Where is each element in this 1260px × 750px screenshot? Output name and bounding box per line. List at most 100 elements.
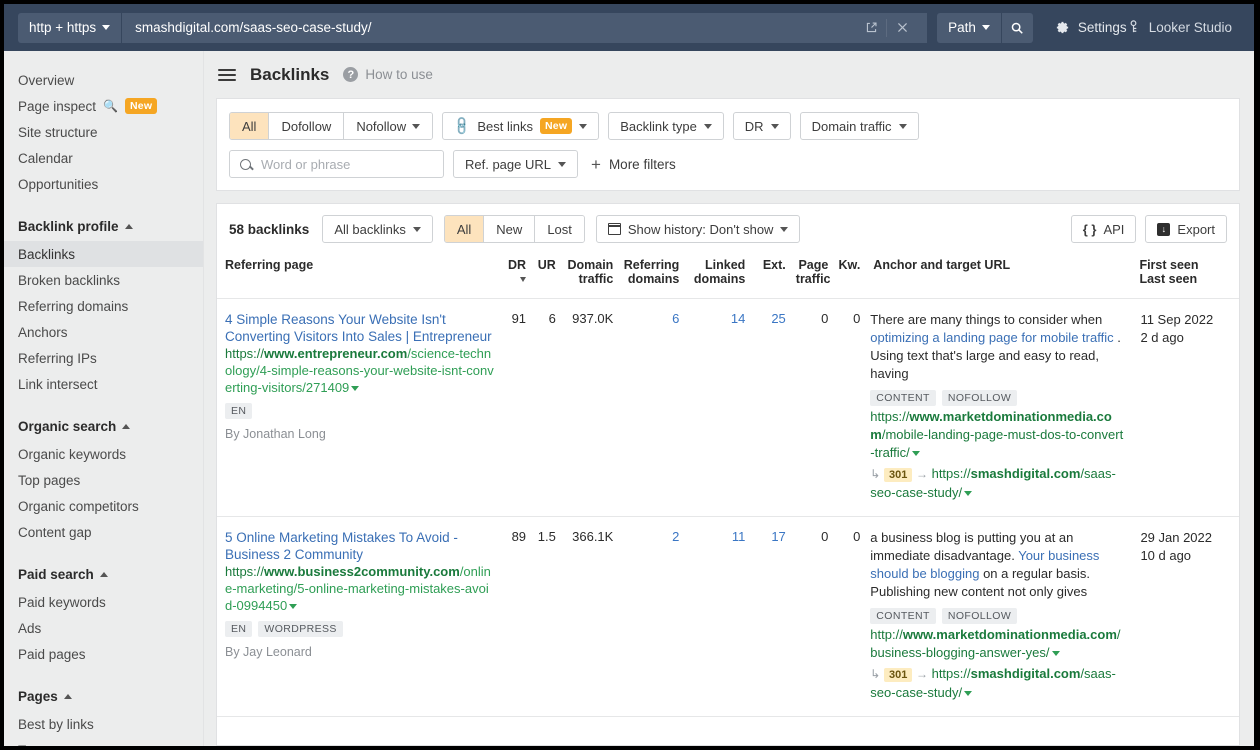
show-history-selector[interactable]: Show history: Don't show xyxy=(596,215,801,243)
last-seen-date: 2 d ago xyxy=(1136,329,1234,347)
sidebar-item-overview[interactable]: Overview xyxy=(4,67,203,93)
path-mode-selector[interactable]: Path xyxy=(937,13,1001,43)
protocol-selector[interactable]: http + https xyxy=(18,13,121,43)
sidebar-item-anchors[interactable]: Anchors xyxy=(4,319,203,345)
anchor-text-link[interactable]: optimizing a landing page for mobile tra… xyxy=(870,330,1113,345)
top-bar: http + https smashdigital.com/saas-seo-c… xyxy=(4,4,1254,51)
close-icon[interactable] xyxy=(887,13,917,43)
dr-filter[interactable]: DR xyxy=(733,112,791,140)
domain-traffic-filter[interactable]: Domain traffic xyxy=(800,112,919,140)
sidebar-item-opportunities[interactable]: Opportunities xyxy=(4,171,203,197)
sidebar-group-paid-search[interactable]: Paid search xyxy=(4,559,203,589)
cell-linked-domains[interactable]: 11 xyxy=(684,517,750,717)
anchor-text: There are many things to consider when o… xyxy=(870,311,1126,383)
cell-ext[interactable]: 25 xyxy=(750,299,790,517)
hamburger-icon[interactable] xyxy=(218,69,236,81)
state-filter-all[interactable]: All xyxy=(445,216,484,242)
search-input[interactable] xyxy=(259,156,433,173)
anchor-tags: CONTENTNOFOLLOW xyxy=(870,608,1126,624)
question-circle-icon: ? xyxy=(343,67,358,82)
column-header-dr[interactable]: DR xyxy=(499,254,531,299)
sidebar-item-site-structure[interactable]: Site structure xyxy=(4,119,203,145)
column-header-ext[interactable]: Ext. xyxy=(750,254,790,299)
best-links-filter[interactable]: 🔗 Best links New xyxy=(442,112,599,140)
follow-filter-all[interactable]: All xyxy=(230,113,269,139)
column-header-domain-traffic[interactable]: Domain traffic xyxy=(561,254,618,299)
filters-panel: AllDofollowNofollow 🔗 Best links New Bac… xyxy=(216,98,1240,191)
all-backlinks-selector[interactable]: All backlinks xyxy=(322,215,433,243)
more-filters-button[interactable]: + More filters xyxy=(591,156,676,173)
cell-linked-domains[interactable]: 14 xyxy=(684,299,750,517)
sidebar-item-broken-backlinks[interactable]: Broken backlinks xyxy=(4,267,203,293)
sidebar-item-referring-ips[interactable]: Referring IPs xyxy=(4,345,203,371)
target-url[interactable]: https://www.marketdominationmedia.com/mo… xyxy=(870,408,1126,462)
sidebar-item-content-gap[interactable]: Content gap xyxy=(4,519,203,545)
sidebar-item-top-content[interactable]: Top content xyxy=(4,737,203,746)
column-header-kw[interactable]: Kw. xyxy=(833,254,865,299)
sidebar-group-organic-search[interactable]: Organic search xyxy=(4,411,203,441)
chevron-down-icon[interactable] xyxy=(912,451,920,456)
sidebar-item-label: Organic keywords xyxy=(18,447,126,462)
referring-page-url[interactable]: https://www.entrepreneur.com/science-tec… xyxy=(225,345,494,396)
sidebar-item-referring-domains[interactable]: Referring domains xyxy=(4,293,203,319)
sidebar-item-ads[interactable]: Ads xyxy=(4,615,203,641)
tag: WORDPRESS xyxy=(258,621,342,637)
sidebar-item-link-intersect[interactable]: Link intersect xyxy=(4,371,203,397)
ref-page-url-filter[interactable]: Ref. page URL xyxy=(453,150,578,178)
chevron-down-icon[interactable] xyxy=(289,604,297,609)
column-header-anchor-target[interactable]: Anchor and target URL xyxy=(865,254,1131,299)
chevron-down-icon[interactable] xyxy=(1052,651,1060,656)
settings-button[interactable]: Settings xyxy=(1055,20,1127,35)
sidebar-group-pages[interactable]: Pages xyxy=(4,681,203,711)
chevron-down-icon[interactable] xyxy=(964,691,972,696)
chevron-down-icon[interactable] xyxy=(351,386,359,391)
keyword-search-box[interactable] xyxy=(229,150,444,178)
follow-filter-nofollow[interactable]: Nofollow xyxy=(344,113,432,139)
column-header-referring-page[interactable]: Referring page xyxy=(217,254,499,299)
sidebar-item-organic-competitors[interactable]: Organic competitors xyxy=(4,493,203,519)
redirect-status-code: 301 xyxy=(884,668,912,682)
state-filter-new[interactable]: New xyxy=(484,216,535,242)
top-search-button[interactable] xyxy=(1001,13,1033,43)
sidebar-item-paid-keywords[interactable]: Paid keywords xyxy=(4,589,203,615)
sidebar-group-backlink-profile[interactable]: Backlink profile xyxy=(4,211,203,241)
url-field[interactable]: smashdigital.com/saas-seo-case-study/ xyxy=(121,13,927,43)
cell-ext[interactable]: 17 xyxy=(750,517,790,717)
backlink-type-filter[interactable]: Backlink type xyxy=(608,112,724,140)
segment-label: New xyxy=(496,222,522,237)
account-button[interactable]: Looker Studio xyxy=(1127,20,1240,35)
sidebar-item-backlinks[interactable]: Backlinks xyxy=(4,241,203,267)
how-to-use-link[interactable]: ? How to use xyxy=(343,67,433,82)
sidebar-item-label: Referring IPs xyxy=(18,351,97,366)
cell-ur: 1.5 xyxy=(531,517,561,717)
referring-page-title[interactable]: 5 Online Marketing Mistakes To Avoid - B… xyxy=(225,529,494,563)
table-scroll-area[interactable]: Referring pageDRURDomain trafficReferrin… xyxy=(217,254,1239,745)
target-url[interactable]: http://www.marketdominationmedia.com/bus… xyxy=(870,626,1126,662)
sidebar-item-organic-keywords[interactable]: Organic keywords xyxy=(4,441,203,467)
column-header-page-traffic[interactable]: Page traffic xyxy=(791,254,834,299)
cell-referring-domains[interactable]: 6 xyxy=(618,299,684,517)
tag: CONTENT xyxy=(870,390,936,406)
state-filter-lost[interactable]: Lost xyxy=(535,216,584,242)
column-header-ur[interactable]: UR xyxy=(531,254,561,299)
api-button[interactable]: { } API xyxy=(1071,215,1137,243)
follow-filter-dofollow[interactable]: Dofollow xyxy=(269,113,344,139)
chevron-down-icon[interactable] xyxy=(964,491,972,496)
column-header-referring-domains[interactable]: Referring domains xyxy=(618,254,684,299)
column-header-seen[interactable]: First seen Last seen xyxy=(1131,254,1239,299)
referring-page-url[interactable]: https://www.business2community.com/onlin… xyxy=(225,563,494,614)
column-header-linked-domains[interactable]: Linked domains xyxy=(684,254,750,299)
sidebar-item-top-pages[interactable]: Top pages xyxy=(4,467,203,493)
export-button[interactable]: ↓ Export xyxy=(1145,215,1227,243)
sidebar-item-page-inspect[interactable]: Page inspect🔍New xyxy=(4,93,203,119)
page-scrollbar[interactable] xyxy=(1245,51,1254,746)
arrow-right-icon: → xyxy=(916,667,928,681)
sidebar-item-label: Content gap xyxy=(18,525,92,540)
sidebar-item-paid-pages[interactable]: Paid pages xyxy=(4,641,203,667)
external-link-icon[interactable] xyxy=(856,13,886,43)
referring-page-title[interactable]: 4 Simple Reasons Your Website Isn't Conv… xyxy=(225,311,494,345)
sidebar-item-best-by-links[interactable]: Best by links xyxy=(4,711,203,737)
sidebar-item-calendar[interactable]: Calendar xyxy=(4,145,203,171)
sidebar-item-label: Organic competitors xyxy=(18,499,139,514)
cell-referring-domains[interactable]: 2 xyxy=(618,517,684,717)
